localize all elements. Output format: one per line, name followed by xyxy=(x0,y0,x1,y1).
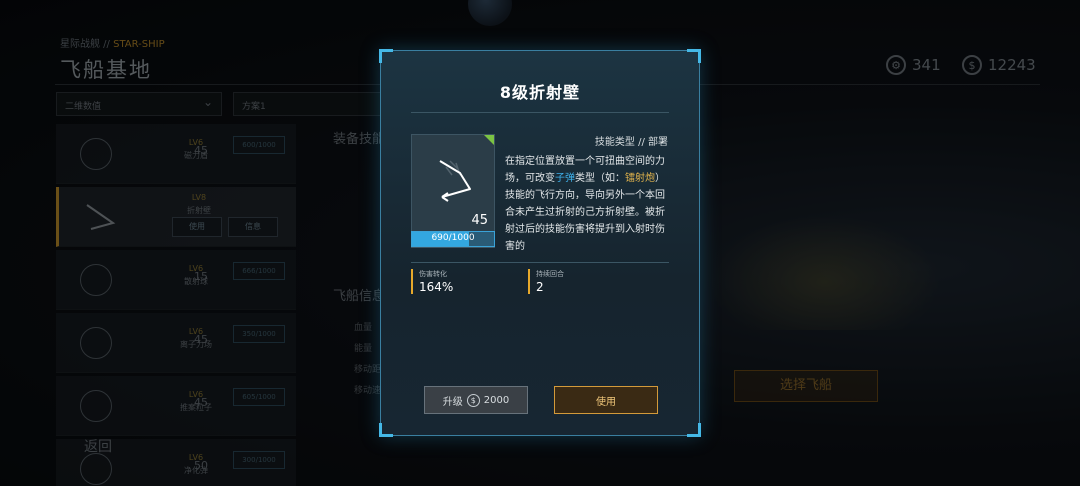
refract-arrow-icon xyxy=(439,160,471,202)
stats-divider xyxy=(411,262,669,263)
duration-stat: 持续回合 2 xyxy=(528,269,564,294)
corner-decoration xyxy=(379,423,393,437)
corner-decoration xyxy=(687,423,701,437)
skill-category: 技能类型 // 部署 xyxy=(594,137,668,148)
stat-label: 伤害转化 xyxy=(419,270,447,278)
upgrade-label: 升级 xyxy=(442,396,463,408)
corner-decoration xyxy=(379,49,393,63)
skill-description: 在指定位置放置一个可扭曲空间的力场，可改变子弹类型（如：镭射炮）技能的飞行方向，… xyxy=(505,153,673,251)
use-button[interactable]: 使用 xyxy=(554,386,658,414)
xp-progress-text: 690/1000 xyxy=(431,233,475,243)
keyword-bullet: 子弹 xyxy=(555,173,575,184)
upgrade-button[interactable]: 升级 $ 2000 xyxy=(424,386,528,414)
corner-decoration xyxy=(687,49,701,63)
skill-count: 45 xyxy=(471,213,488,228)
skill-detail-modal: 8级折射壁 45 690/1000 技能类型 // 部署 在指定位置放置一个可扭… xyxy=(379,49,701,437)
description-text: ）技能的飞行方向，导向另外一个本回合未产生过折射的己方折射壁。被折射过后的技能伤… xyxy=(505,173,665,251)
keyword-laser-cannon: 镭射炮 xyxy=(625,173,655,184)
modal-title: 8级折射壁 xyxy=(499,83,581,102)
new-flag-icon xyxy=(484,135,494,145)
xp-progress-bar: 690/1000 xyxy=(411,231,495,247)
stat-value: 164% xyxy=(419,280,454,294)
stat-label: 持续回合 xyxy=(536,270,564,278)
stat-value: 2 xyxy=(536,280,544,294)
damage-conversion-stat: 伤害转化 164% xyxy=(411,269,453,294)
title-divider xyxy=(411,112,669,113)
description-text: 类型（如： xyxy=(575,173,625,184)
upgrade-cost: 2000 xyxy=(483,394,510,406)
coin-icon: $ xyxy=(466,393,480,407)
